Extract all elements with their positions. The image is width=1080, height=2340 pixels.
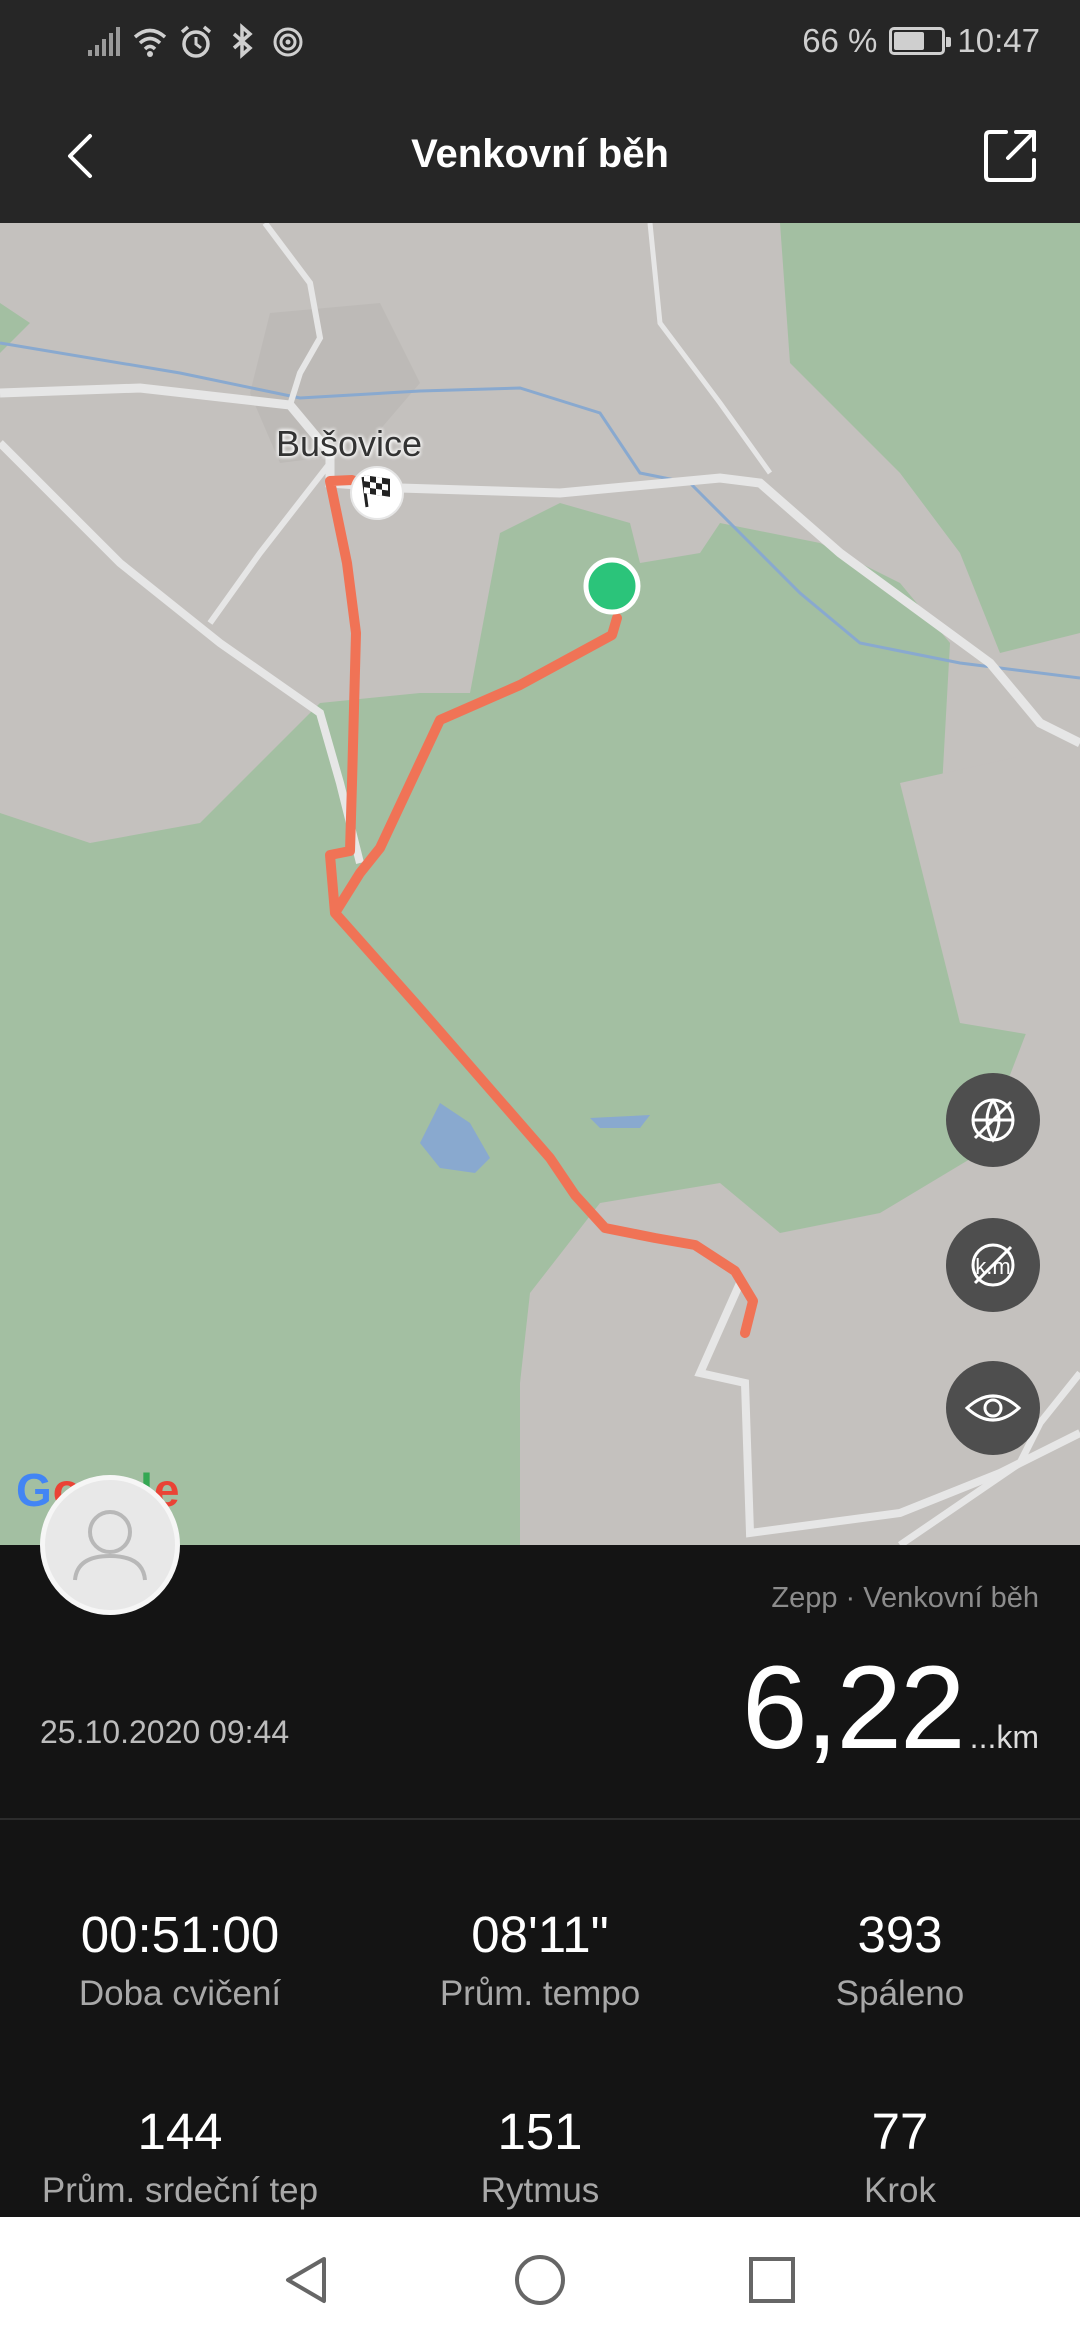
signal-icon (88, 27, 120, 56)
stat-stride: 77 Krok (720, 2102, 1080, 2212)
km-markers-toggle-icon: k.m (971, 1243, 1015, 1287)
avatar[interactable] (40, 1475, 180, 1615)
bluetooth-icon (232, 23, 253, 59)
stat-value: 151 (497, 2103, 583, 2160)
distance-value: 6,22 (742, 1642, 966, 1774)
share-icon[interactable] (982, 126, 1040, 184)
distance-unit: ...km (969, 1719, 1039, 1755)
wifi-icon (133, 28, 167, 57)
stat-value: 77 (871, 2103, 929, 2160)
stat-average-pace: 08'11" Prům. tempo (360, 1905, 720, 2015)
start-marker (583, 557, 641, 615)
stat-calories: 393 Spáleno (720, 1905, 1080, 2015)
activity-date: 25.10.2020 09:44 (40, 1714, 290, 1750)
visibility-icon (964, 1394, 1022, 1422)
stat-average-heart-rate: 144 Prům. srdeční tep (0, 2102, 360, 2212)
clock: 10:47 (957, 22, 1040, 59)
distance-display: 6,22 ...km (742, 1640, 1039, 1776)
status-icons-left (86, 22, 306, 62)
battery-icon (889, 27, 952, 55)
stat-value: 393 (857, 1906, 943, 1963)
map-canvas (0, 223, 1080, 1545)
map-road (207, 461, 333, 625)
alarm-icon (180, 25, 212, 58)
stat-label: Spáleno (835, 1974, 965, 2013)
nav-back-icon[interactable] (280, 2253, 334, 2307)
user-avatar-icon (73, 1510, 147, 1581)
nfc-icon (273, 27, 303, 57)
app-header: Venkovní běh (0, 90, 1080, 223)
route-map[interactable]: Bušovice k.m Google (0, 223, 1080, 1545)
stat-cadence: 151 Rytmus (360, 2102, 720, 2212)
status-icons-right: 66 % 10:47 (802, 22, 1040, 60)
map-style-toggle-icon (971, 1098, 1015, 1143)
map-style-toggle-button[interactable] (946, 1073, 1040, 1167)
checkered-flag-icon (350, 466, 404, 520)
map-place-label: Bušovice (276, 423, 423, 464)
nav-home-icon[interactable] (513, 2253, 567, 2307)
system-nav-bar (0, 2217, 1080, 2340)
stat-label: Doba cvičení (78, 1974, 282, 2013)
divider (0, 1818, 1080, 1820)
activity-source: Zepp · Venkovní běh (771, 1582, 1039, 1614)
stat-duration: 00:51:00 Doba cvičení (0, 1905, 360, 2015)
nav-recents-icon[interactable] (745, 2253, 799, 2307)
stat-value: 08'11" (471, 1906, 609, 1963)
stat-label: Krok (864, 2171, 936, 2210)
battery-percentage: 66 % (802, 22, 878, 59)
stat-value: 00:51:00 (80, 1906, 280, 1963)
stat-value: 144 (137, 2103, 223, 2160)
stat-label: Prům. srdeční tep (41, 2171, 319, 2210)
stat-label: Prům. tempo (439, 1974, 641, 2013)
map-road (647, 223, 773, 475)
km-markers-toggle-button[interactable]: k.m (946, 1218, 1040, 1312)
visibility-toggle-button[interactable] (946, 1361, 1040, 1455)
stat-label: Rytmus (480, 2171, 600, 2210)
battery-level-fill (894, 32, 925, 50)
status-bar: 66 % 10:47 (0, 0, 1080, 90)
page-title: Venkovní běh (411, 132, 669, 176)
